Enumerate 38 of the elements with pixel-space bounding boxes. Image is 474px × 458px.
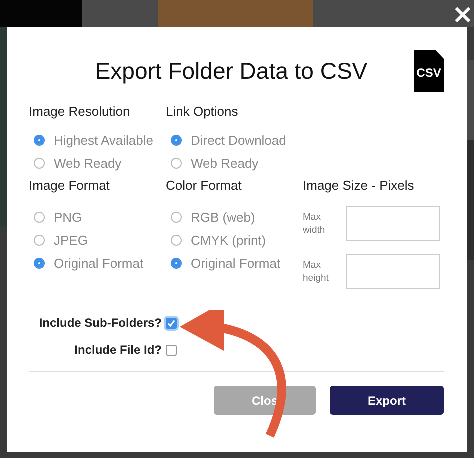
radio-option[interactable]: Web Ready: [166, 152, 303, 175]
radio-button[interactable]: [34, 235, 45, 246]
group-heading: Image Resolution: [29, 103, 132, 121]
radio-button[interactable]: [171, 135, 182, 146]
checkbox[interactable]: [166, 318, 177, 328]
close-button[interactable]: ×: [448, 2, 474, 28]
field-label: Max height: [303, 258, 330, 284]
group-heading: Image Size - Pixels: [303, 177, 416, 195]
dialog-title: Export Folder Data to CSV: [94, 58, 369, 84]
group-heading: Link Options: [166, 103, 240, 121]
input-field[interactable]: [346, 206, 440, 241]
radio-option[interactable]: Direct Download: [166, 129, 303, 152]
close-dialog-button[interactable]: Clos: [214, 386, 316, 415]
checkbox[interactable]: [166, 344, 177, 356]
group-heading: Image Format: [29, 177, 111, 195]
radio-option[interactable]: Original Format: [166, 252, 303, 275]
checkbox-label: Include File Id?: [74, 343, 162, 357]
radio-button[interactable]: [34, 258, 45, 269]
export-button[interactable]: Export: [330, 386, 444, 415]
checkbox-label: Include Sub-Folders?: [39, 316, 162, 330]
radio-button[interactable]: [34, 212, 45, 223]
radio-option[interactable]: PNG: [29, 206, 166, 229]
csv-file-icon: CSV: [414, 50, 444, 92]
group-heading: Color Format: [166, 177, 243, 195]
radio-button[interactable]: [34, 135, 45, 146]
radio-option[interactable]: RGB (web): [166, 206, 303, 229]
field-label: Max width: [303, 210, 326, 236]
radio-option[interactable]: Original Format: [29, 252, 166, 275]
radio-button[interactable]: [171, 212, 182, 223]
radio-button[interactable]: [171, 158, 182, 169]
radio-button[interactable]: [34, 158, 45, 169]
input-field[interactable]: [346, 254, 440, 289]
radio-option[interactable]: JPEG: [29, 229, 166, 252]
radio-option[interactable]: CMYK (print): [166, 229, 303, 252]
radio-button[interactable]: [171, 258, 182, 269]
radio-option[interactable]: Web Ready: [29, 152, 166, 175]
radio-button[interactable]: [171, 235, 182, 246]
radio-option[interactable]: Highest Available: [29, 129, 166, 152]
